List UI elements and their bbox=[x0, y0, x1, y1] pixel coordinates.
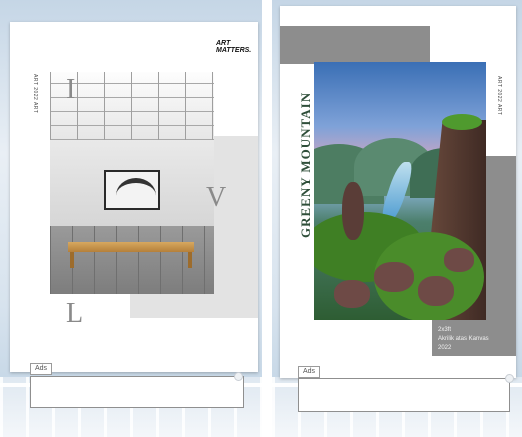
ads-label: Ads bbox=[298, 366, 321, 378]
mountain-painting bbox=[314, 62, 486, 320]
ad-slot[interactable] bbox=[298, 378, 510, 412]
side-caption: ART 2022 ART bbox=[32, 74, 38, 114]
ads-label: Ads bbox=[30, 363, 53, 375]
art-matters-poster[interactable]: ART 2022 ART ART MATTERS. I V L bbox=[10, 22, 258, 372]
framed-artwork bbox=[104, 170, 160, 210]
greeny-mountain-poster[interactable]: GREENY MOUNTAIN ART 2022 ART 2x3ft Akril… bbox=[280, 6, 516, 378]
caption-year: 2022 bbox=[438, 345, 452, 351]
art-matters-logo: ART MATTERS. bbox=[216, 40, 252, 54]
bench-leg bbox=[188, 252, 192, 268]
gallery-bench bbox=[68, 242, 194, 252]
bench-leg bbox=[70, 252, 74, 268]
ad-slot[interactable] bbox=[30, 376, 244, 408]
logo-line-1: ART bbox=[216, 40, 231, 47]
rock-pillar bbox=[342, 182, 364, 240]
gallery-photo bbox=[50, 72, 214, 294]
side-caption: ART 2022 ART bbox=[496, 76, 502, 116]
rock bbox=[418, 276, 454, 306]
poster-title: GREENY MOUNTAIN bbox=[298, 91, 313, 238]
letter-bottom: L bbox=[66, 298, 84, 329]
caption-size: 2x3ft bbox=[438, 327, 452, 333]
letter-top: I bbox=[66, 74, 76, 105]
logo-line-2: MATTERS. bbox=[216, 47, 252, 54]
gray-accent-top bbox=[280, 26, 430, 64]
rock bbox=[334, 280, 370, 308]
letter-middle: V bbox=[206, 182, 227, 213]
moss bbox=[442, 114, 482, 130]
panel-divider bbox=[262, 0, 272, 437]
rock bbox=[444, 248, 474, 272]
ad-close-handle-icon[interactable] bbox=[234, 372, 243, 381]
caption-medium: Akrilik atas Kanvas bbox=[438, 336, 489, 342]
ad-close-handle-icon[interactable] bbox=[505, 374, 514, 383]
rock bbox=[374, 262, 414, 292]
left-post-panel: ART 2022 ART ART MATTERS. I V L Ads bbox=[0, 0, 262, 437]
right-post-panel: GREENY MOUNTAIN ART 2022 ART 2x3ft Akril… bbox=[272, 0, 522, 437]
